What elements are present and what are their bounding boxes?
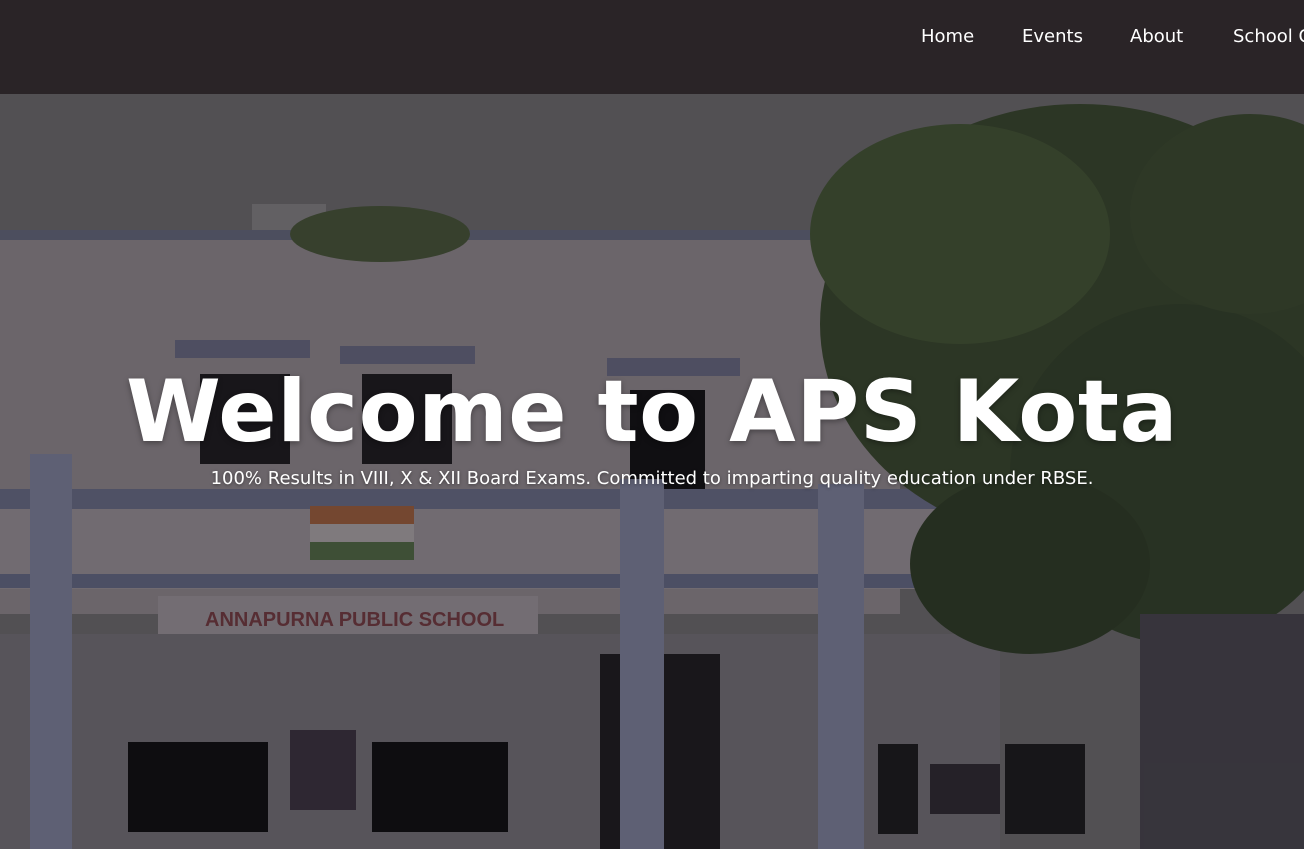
nav-events-link[interactable]: Events <box>1022 26 1083 47</box>
hero-section: ANNAPURNA PUBLIC SCHOOL Welcome to APS K… <box>0 94 1304 849</box>
top-navbar: Home Events About School C <box>0 0 1304 94</box>
hero-subtitle: 100% Results in VIII, X & XII Board Exam… <box>210 468 1094 489</box>
nav-home-link[interactable]: Home <box>921 26 974 47</box>
nav-about-link[interactable]: About <box>1130 26 1183 47</box>
nav-school-link[interactable]: School C <box>1233 26 1304 47</box>
hero-title: Welcome to APS Kota <box>126 362 1178 462</box>
